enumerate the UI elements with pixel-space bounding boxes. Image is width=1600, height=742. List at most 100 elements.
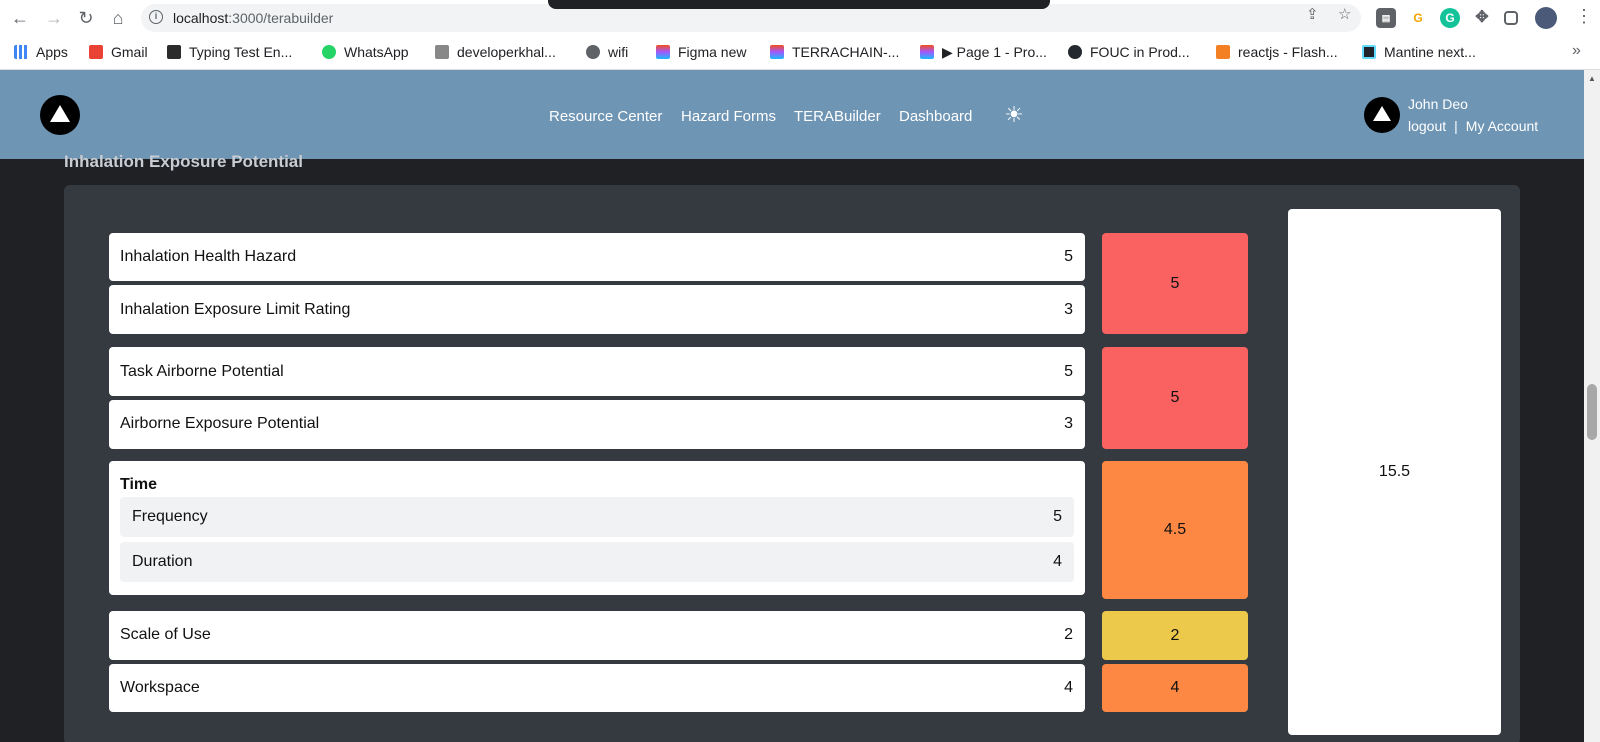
scrollbar-thumb[interactable] (1587, 384, 1597, 440)
puzzle-extensions-icon[interactable]: ✥ (1472, 8, 1492, 28)
share-icon[interactable]: ⇪ (1306, 5, 1319, 23)
bookmark-typing-test[interactable]: Typing Test En... (167, 44, 292, 62)
bookmark-whatsapp[interactable]: WhatsApp (322, 44, 409, 62)
typing-test-icon (167, 45, 181, 59)
row-scale-of-use[interactable]: Scale of Use 2 (109, 611, 1085, 660)
whatsapp-icon (322, 45, 336, 59)
bookmark-label: developerkhal... (457, 44, 556, 60)
sun-icon[interactable]: ☀ (1002, 103, 1026, 127)
site-info-icon[interactable]: i (149, 10, 163, 24)
extension-icon[interactable]: ▤ (1376, 8, 1396, 28)
section-title: Inhalation Exposure Potential (64, 152, 303, 171)
score-scale-of-use: 2 (1102, 611, 1248, 660)
bookmark-label: TERRACHAIN-... (792, 44, 900, 60)
row-label: Frequency (132, 508, 208, 525)
score-value: 5 (1170, 274, 1180, 292)
bookmark-label: WhatsApp (344, 44, 409, 60)
row-value: 5 (1064, 248, 1073, 265)
bookmark-label: reactjs - Flash... (1238, 44, 1338, 60)
row-value: 3 (1064, 301, 1073, 318)
bookmarks-bar: Apps Gmail Typing Test En... WhatsApp de… (0, 36, 1600, 70)
developer-icon (435, 45, 449, 59)
figma-icon (770, 45, 784, 59)
row-label: Workspace (120, 679, 200, 696)
forward-arrow-icon[interactable]: → (44, 8, 64, 28)
row-workspace[interactable]: Workspace 4 (109, 664, 1085, 712)
row-inhalation-health-hazard[interactable]: Inhalation Health Hazard 5 (109, 233, 1085, 281)
score-workspace: 4 (1102, 664, 1248, 712)
bookmark-label: Apps (36, 44, 68, 60)
bookmark-reactjs[interactable]: reactjs - Flash... (1216, 44, 1338, 62)
row-value: 2 (1064, 626, 1073, 643)
app-header: Resource Center Hazard Forms TERABuilder… (0, 70, 1584, 159)
row-value: 4 (1053, 553, 1062, 570)
row-value: 5 (1064, 363, 1073, 380)
gmail-icon (89, 45, 103, 59)
bookmark-label: Typing Test En... (189, 44, 293, 60)
stackoverflow-icon (1216, 45, 1230, 59)
bookmark-label: wifi (608, 44, 629, 60)
more-bookmarks-icon[interactable]: » (1572, 42, 1581, 60)
bookmark-figma-new[interactable]: Figma new (656, 44, 746, 62)
row-label: Inhalation Health Hazard (120, 248, 297, 265)
score-value: 4.5 (1163, 521, 1187, 538)
figma-icon (920, 45, 934, 59)
user-avatar[interactable] (1364, 97, 1400, 133)
account-links: logout | My Account (1408, 118, 1538, 134)
score-value: 4 (1170, 679, 1180, 696)
nav-dashboard[interactable]: Dashboard (899, 108, 972, 125)
reload-icon[interactable]: ↻ (76, 8, 96, 28)
browser-toolbar: ← → ↻ ⌂ i localhost:3000/terabuilder ⇪ ☆… (0, 0, 1600, 36)
total-score: 15.5 (1288, 209, 1501, 735)
figma-icon (656, 45, 670, 59)
my-account-link[interactable]: My Account (1466, 118, 1538, 134)
time-title: Time (120, 476, 158, 493)
nav-terabuilder[interactable]: TERABuilder (794, 108, 881, 125)
url-text[interactable]: localhost:3000/terabuilder (173, 10, 333, 26)
profile-avatar[interactable] (1535, 7, 1557, 29)
browser-menu-icon[interactable]: ⋮ (1575, 6, 1593, 27)
row-airborne-exposure-potential[interactable]: Airborne Exposure Potential 3 (109, 400, 1085, 449)
apps-grid-icon (14, 45, 28, 59)
bookmark-mantine[interactable]: Mantine next... (1362, 44, 1476, 62)
home-icon[interactable]: ⌂ (108, 8, 128, 28)
row-inhalation-exposure-limit[interactable]: Inhalation Exposure Limit Rating 3 (109, 285, 1085, 334)
nav-resource-center[interactable]: Resource Center (549, 108, 662, 125)
score-time: 4.5 (1102, 461, 1248, 599)
total-score-value: 15.5 (1378, 463, 1411, 480)
bookmark-terrachain[interactable]: TERRACHAIN-... (770, 44, 899, 62)
row-value: 4 (1064, 679, 1073, 696)
bookmark-wifi[interactable]: wifi (586, 44, 628, 62)
bookmark-label: Gmail (111, 44, 148, 60)
grammar-extension-icon[interactable]: G (1408, 8, 1428, 28)
row-duration[interactable]: Duration 4 (120, 542, 1074, 582)
app-logo[interactable] (40, 95, 80, 135)
row-frequency[interactable]: Frequency 5 (120, 497, 1074, 537)
screen-notch (548, 0, 1050, 9)
bookmark-label: Mantine next... (1384, 44, 1476, 60)
bookmark-fouc[interactable]: FOUC in Prod... (1068, 44, 1190, 62)
time-card: Time Frequency 5 Duration 4 (109, 461, 1085, 595)
score-value: 2 (1170, 626, 1180, 644)
page-scrollbar[interactable]: ▲ (1584, 70, 1600, 742)
row-task-airborne-potential[interactable]: Task Airborne Potential 5 (109, 347, 1085, 396)
logout-link[interactable]: logout (1408, 118, 1446, 134)
bookmark-developerkhal[interactable]: developerkhal... (435, 44, 556, 62)
scroll-up-icon[interactable]: ▲ (1588, 74, 1596, 83)
nav-hazard-forms[interactable]: Hazard Forms (681, 108, 776, 125)
grammarly-icon[interactable]: G (1440, 8, 1460, 28)
bookmark-gmail[interactable]: Gmail (89, 44, 148, 62)
user-name: John Deo (1408, 96, 1468, 112)
bookmark-page1[interactable]: ▶ Page 1 - Pro... (920, 44, 1047, 62)
row-value: 5 (1053, 508, 1062, 525)
back-arrow-icon[interactable]: ← (10, 8, 30, 28)
row-label: Task Airborne Potential (120, 363, 284, 380)
bookmark-apps[interactable]: Apps (14, 44, 68, 62)
bookmark-star-icon[interactable]: ☆ (1338, 5, 1351, 23)
row-value: 3 (1064, 415, 1073, 432)
bookmark-label: Figma new (678, 44, 747, 60)
side-panel-icon[interactable] (1504, 11, 1518, 25)
bookmark-label: FOUC in Prod... (1090, 44, 1190, 60)
react-icon (1362, 45, 1376, 59)
row-label: Inhalation Exposure Limit Rating (120, 301, 351, 318)
